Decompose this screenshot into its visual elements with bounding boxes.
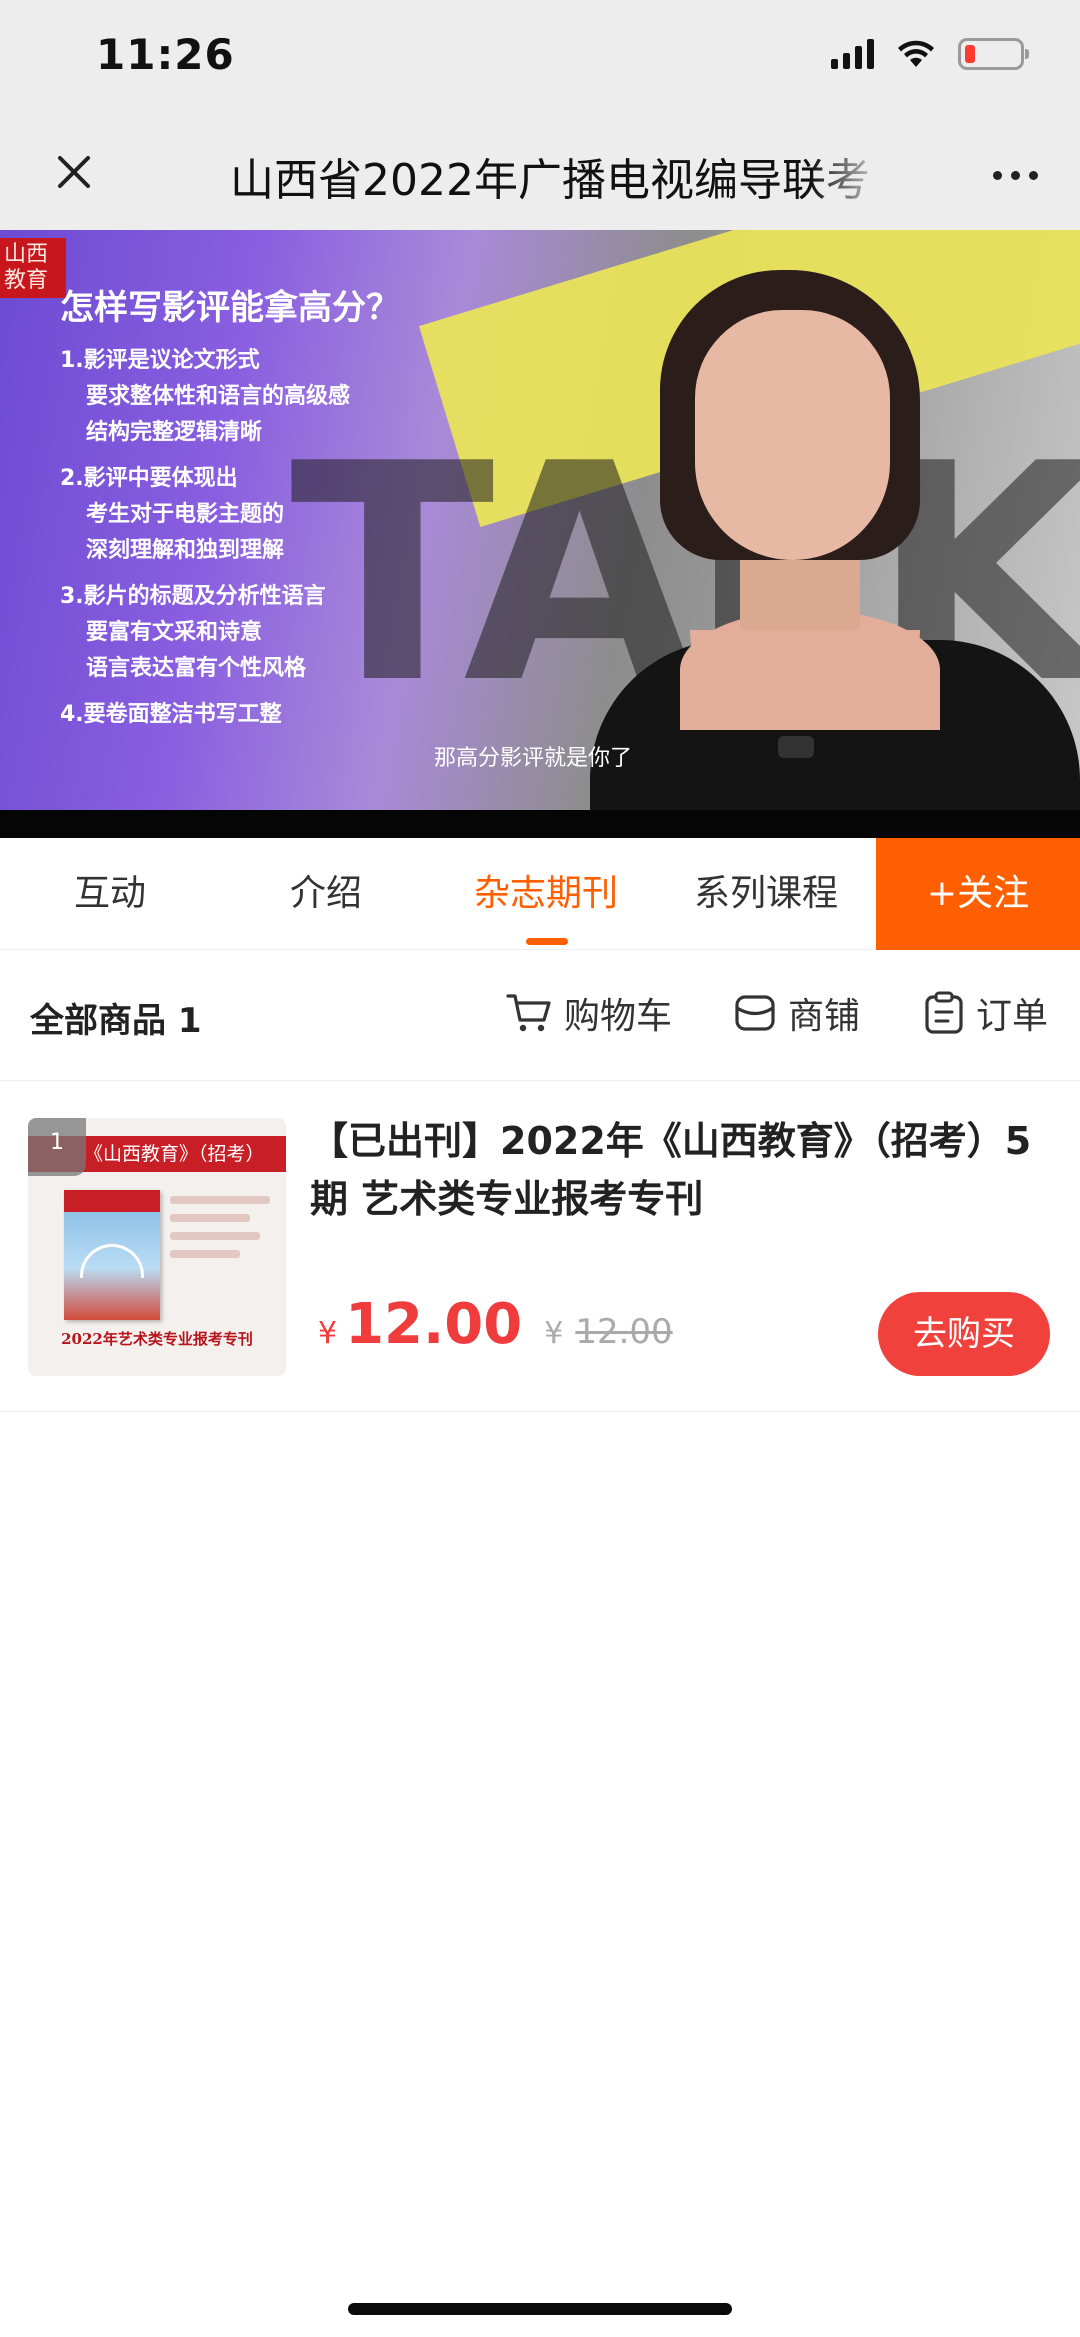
thumbnail-cover-image bbox=[64, 1190, 160, 1320]
video-point: 2.影评中要体现出 考生对于电影主题的 深刻理解和独到理解 bbox=[60, 461, 400, 569]
shop-toolbar: 全部商品 1 购物车 商铺 订单 bbox=[0, 951, 1080, 1081]
more-dot-icon bbox=[1028, 170, 1038, 180]
follow-button[interactable]: +关注 bbox=[876, 838, 1080, 950]
status-bar: 11:26 bbox=[0, 0, 1080, 120]
video-subtitle: 那高分影评就是你了 bbox=[434, 746, 633, 771]
price-currency: ¥ bbox=[318, 1316, 338, 1351]
cart-label: 购物车 bbox=[564, 996, 673, 1037]
close-icon bbox=[58, 156, 90, 188]
close-button[interactable] bbox=[44, 142, 104, 202]
video-point-line: 要求整体性和语言的高级感 bbox=[86, 384, 351, 409]
battery-level bbox=[965, 45, 975, 63]
video-overlay-text: 怎样写影评能拿高分？ 1.影评是议论文形式 要求整体性和语言的高级感 结构完整逻… bbox=[60, 280, 400, 733]
original-price: 12.00 bbox=[575, 1312, 673, 1352]
status-time: 11:26 bbox=[96, 30, 235, 79]
more-dot-icon bbox=[1010, 170, 1020, 180]
price: 12.00 bbox=[345, 1292, 523, 1357]
store-icon bbox=[735, 995, 775, 1031]
cellular-signal-icon bbox=[831, 39, 874, 69]
video-player[interactable]: TALK 山西 教育 怎样写影评能拿高分？ 1.影评是议论文形式 要求整体性和语言… bbox=[0, 230, 1080, 838]
active-tab-indicator bbox=[526, 938, 568, 945]
product-index-badge: 1 bbox=[28, 1118, 86, 1176]
thumbnail-footer: 2022年艺术类专业报考专刊 bbox=[61, 1330, 253, 1348]
thumbnail-text-lines bbox=[170, 1196, 270, 1268]
tab-series-courses[interactable]: 系列课程 bbox=[656, 838, 876, 950]
presenter-image bbox=[590, 260, 1080, 838]
video-point-line: 1.影评是议论文形式 bbox=[60, 348, 260, 373]
buy-button[interactable]: 去购买 bbox=[878, 1292, 1050, 1376]
tab-interaction[interactable]: 互动 bbox=[0, 838, 220, 950]
cart-button[interactable]: 购物车 bbox=[506, 987, 672, 1039]
video-point-line: 要富有文采和诗意 bbox=[86, 620, 263, 645]
wifi-icon bbox=[898, 40, 934, 67]
price-row: ¥ 12.00 ¥ 12.00 bbox=[318, 1292, 673, 1357]
orders-button[interactable]: 订单 bbox=[924, 987, 1048, 1039]
home-indicator[interactable] bbox=[348, 2303, 732, 2315]
video-point: 4.要卷面整洁书写工整 bbox=[60, 697, 400, 733]
product-item[interactable]: 《山西教育》（招考） 2022年艺术类专业报考专刊 1 【已出刊】2022年《山… bbox=[0, 1082, 1080, 1412]
product-thumbnail[interactable]: 《山西教育》（招考） 2022年艺术类专业报考专刊 1 bbox=[28, 1118, 286, 1376]
microphone bbox=[778, 736, 814, 758]
store-label: 商铺 bbox=[788, 996, 861, 1037]
orders-label: 订单 bbox=[976, 996, 1049, 1037]
video-point-line: 2.影评中要体现出 bbox=[60, 466, 238, 491]
clipboard-icon bbox=[925, 991, 963, 1034]
tab-bar: 互动 介绍 杂志期刊 系列课程 +关注 bbox=[0, 838, 1080, 950]
video-question: 怎样写影评能拿高分？ bbox=[60, 288, 400, 328]
video-point: 3.影片的标题及分析性语言 要富有文采和诗意 语言表达富有个性风格 bbox=[60, 579, 400, 687]
more-dot-icon bbox=[992, 170, 1002, 180]
more-options-button[interactable] bbox=[980, 150, 1050, 200]
video-point-line: 语言表达富有个性风格 bbox=[86, 656, 307, 681]
page-title: 山西省2022年广播电视编导联考 bbox=[230, 155, 870, 206]
video-bottom-bar bbox=[0, 810, 1080, 838]
video-point-line: 深刻理解和独到理解 bbox=[86, 538, 285, 563]
original-price-currency: ¥ bbox=[544, 1316, 564, 1351]
status-icons bbox=[831, 38, 1029, 70]
cart-icon bbox=[506, 994, 551, 1032]
video-point: 1.影评是议论文形式 要求整体性和语言的高级感 结构完整逻辑清晰 bbox=[60, 343, 400, 451]
channel-logo-stamp: 山西 教育 bbox=[0, 238, 66, 298]
tab-introduction[interactable]: 介绍 bbox=[216, 838, 436, 950]
nav-bar: 山西省2022年广播电视编导联考 bbox=[0, 120, 1080, 230]
battery-icon bbox=[958, 38, 1029, 70]
video-point-line: 3.影片的标题及分析性语言 bbox=[60, 584, 326, 609]
video-point-line: 4.要卷面整洁书写工整 bbox=[60, 702, 282, 727]
video-point-line: 结构完整逻辑清晰 bbox=[86, 420, 263, 445]
store-button[interactable]: 商铺 bbox=[734, 987, 860, 1039]
tab-magazines[interactable]: 杂志期刊 bbox=[436, 838, 656, 950]
video-point-line: 考生对于电影主题的 bbox=[86, 502, 285, 527]
product-title[interactable]: 【已出刊】2022年《山西教育》（招考）5期 艺术类专业报考专刊 bbox=[310, 1112, 1050, 1228]
all-products-count: 全部商品 1 bbox=[30, 1001, 202, 1041]
